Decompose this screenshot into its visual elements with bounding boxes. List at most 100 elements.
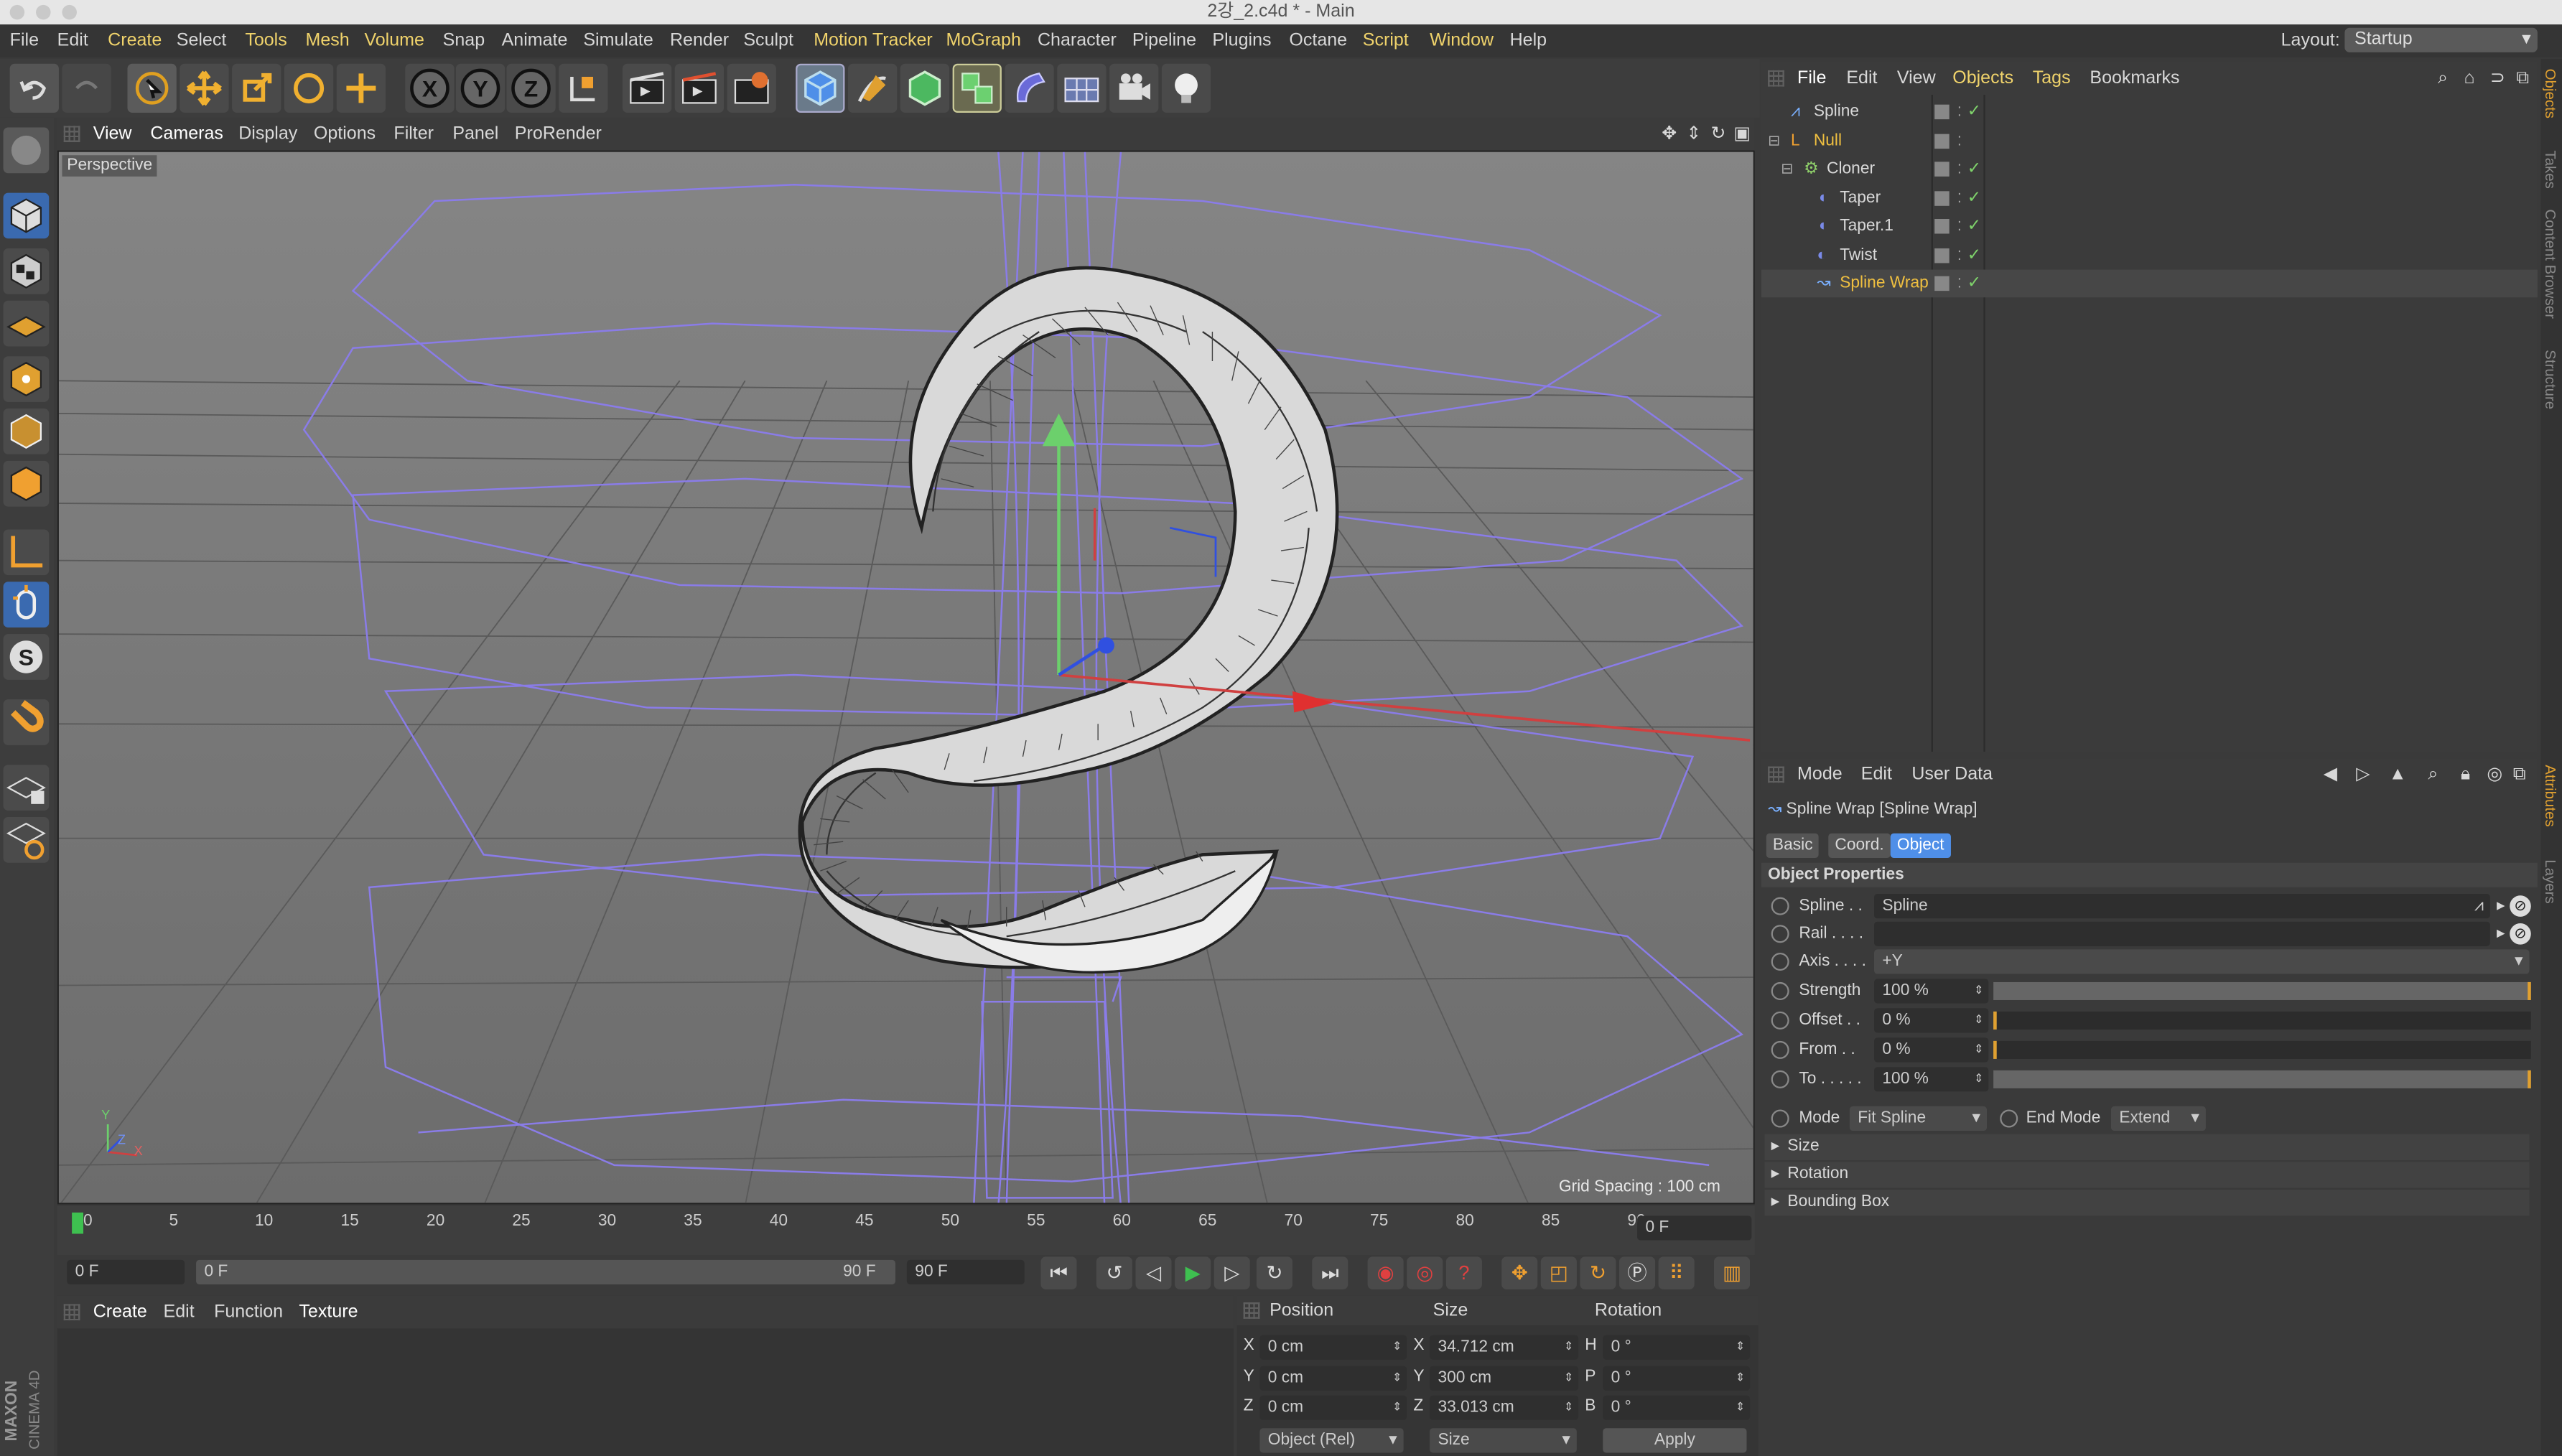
polygons-mode-button[interactable] xyxy=(3,460,50,507)
render-view-button[interactable] xyxy=(622,63,672,113)
keyframe-selection-button[interactable]: ? xyxy=(1445,1256,1482,1289)
enabled-check-icon[interactable]: ✓ xyxy=(1967,270,1981,298)
layer-color-icon[interactable] xyxy=(1934,162,1950,177)
search-icon[interactable]: ⌕ xyxy=(2438,62,2448,95)
rail-link-field[interactable] xyxy=(1874,921,2490,946)
viewport-menu-prorender[interactable]: ProRender xyxy=(515,118,602,151)
object-row[interactable]: ↝ Spline Wrap ⁚ ✓ xyxy=(1761,269,2538,298)
size-mode-dropdown[interactable]: Size ▾ xyxy=(1430,1428,1577,1453)
object-row[interactable]: ◐ Twist ⁚ ✓ xyxy=(1761,241,2538,269)
size-field[interactable]: 34.712 cm ⇕ xyxy=(1430,1335,1579,1360)
layout-dropdown[interactable]: Startup ▾ xyxy=(2344,27,2538,52)
menu-motion-tracker[interactable]: Motion Tracker xyxy=(814,24,933,57)
record-point-level-button[interactable]: ⠿ xyxy=(1658,1256,1695,1289)
render-settings-button[interactable] xyxy=(727,63,776,113)
viewport-menu-display[interactable]: Display xyxy=(238,118,297,151)
coordinate-mode-dropdown[interactable]: Object (Rel) ▾ xyxy=(1259,1428,1404,1453)
forward-arrow-icon[interactable]: ▷ xyxy=(2356,758,2370,791)
size-field[interactable]: 300 cm ⇕ xyxy=(1430,1365,1579,1390)
home-icon[interactable]: ⌂ xyxy=(2464,62,2474,95)
rotation-section[interactable]: Rotation xyxy=(1764,1162,2530,1188)
visibility-dots-icon[interactable]: ⁚ xyxy=(1957,126,1962,154)
menu-create[interactable]: Create xyxy=(108,24,162,57)
animate-radio[interactable] xyxy=(1771,1040,1789,1059)
menu-script[interactable]: Script xyxy=(1363,24,1409,57)
start-frame-field[interactable]: 0 F xyxy=(67,1259,185,1285)
layer-color-icon[interactable] xyxy=(1934,218,1950,234)
z-axis-lock-button[interactable]: Z xyxy=(506,63,556,113)
array-generator-button[interactable] xyxy=(952,63,1002,113)
enabled-check-icon[interactable]: ✓ xyxy=(1967,213,1981,241)
visibility-dots-icon[interactable]: ⁚ xyxy=(1957,155,1962,183)
light-object-button[interactable] xyxy=(1161,63,1211,113)
strength-slider[interactable] xyxy=(1993,981,2531,1000)
visibility-dots-icon[interactable]: ⁚ xyxy=(1957,270,1962,298)
menu-edit[interactable]: Edit xyxy=(57,24,88,57)
viewport-menu-filter[interactable]: Filter xyxy=(393,118,434,151)
axis-mode-button[interactable] xyxy=(3,529,50,576)
end-frame-field[interactable]: 90 F xyxy=(906,1259,1025,1285)
minimize-window-button[interactable] xyxy=(36,4,51,20)
menu-octane[interactable]: Octane xyxy=(1289,24,1347,57)
animate-radio[interactable] xyxy=(1771,981,1789,1000)
visibility-dots-icon[interactable]: ⁚ xyxy=(1957,213,1962,241)
layer-color-icon[interactable] xyxy=(1934,133,1950,148)
object-row[interactable]: ⊟ ⚙ Cloner ⁚ ✓ xyxy=(1761,155,2538,183)
record-scale-button[interactable]: ◰ xyxy=(1540,1256,1577,1289)
material-menu-texture[interactable]: Texture xyxy=(299,1296,358,1329)
menu-select[interactable]: Select xyxy=(177,24,227,57)
menu-volume[interactable]: Volume xyxy=(364,24,424,57)
timeline-window-button[interactable]: ▥ xyxy=(1714,1256,1751,1289)
layer-color-icon[interactable] xyxy=(1934,190,1950,205)
material-menu-function[interactable]: Function xyxy=(214,1296,283,1329)
side-tab-layers[interactable]: Layers xyxy=(2543,859,2559,903)
enabled-check-icon[interactable]: ✓ xyxy=(1967,155,1981,183)
offset-field[interactable]: 0 % ⇕ xyxy=(1874,1008,1989,1033)
viewport-rotate-icon[interactable]: ↻ xyxy=(1710,118,1725,151)
perspective-viewport[interactable]: Perspective Y Z X Grid Spacing : 100 cm xyxy=(57,150,1755,1205)
side-tab-content-browser[interactable]: Content Browser xyxy=(2543,209,2559,319)
render-picture-viewer-button[interactable] xyxy=(674,63,725,113)
to-slider[interactable] xyxy=(1993,1070,2531,1088)
menu-snap[interactable]: Snap xyxy=(443,24,485,57)
side-tab-takes[interactable]: Takes xyxy=(2543,150,2559,189)
bend-deformer-button[interactable] xyxy=(1005,63,1054,113)
previous-key-button[interactable]: ↺ xyxy=(1096,1256,1132,1289)
pen-spline-button[interactable] xyxy=(847,63,898,113)
pick-object-icon[interactable]: ⊘ xyxy=(2510,895,2531,917)
side-tab-structure[interactable]: Structure xyxy=(2543,350,2559,409)
panel-grip-icon[interactable] xyxy=(63,1304,80,1321)
animate-radio[interactable] xyxy=(1771,925,1789,943)
mode-dropdown[interactable]: Fit Spline ▾ xyxy=(1849,1106,1988,1131)
viewport-menu-panel[interactable]: Panel xyxy=(452,118,498,151)
texture-mode-button[interactable] xyxy=(3,248,50,294)
visibility-dots-icon[interactable]: ⁚ xyxy=(1957,98,1962,126)
viewport-menu-view[interactable]: View xyxy=(93,118,132,151)
pick-object-icon[interactable]: ⊘ xyxy=(2510,923,2531,945)
objects-menu-objects[interactable]: Objects xyxy=(1952,62,2013,95)
viewport-move-icon[interactable]: ✥ xyxy=(1662,118,1677,151)
attr-menu-user-data[interactable]: User Data xyxy=(1911,758,1993,791)
playhead-marker[interactable] xyxy=(72,1212,84,1234)
rotation-field[interactable]: 0 ° ⇕ xyxy=(1603,1335,1751,1360)
autokey-button[interactable]: ◎ xyxy=(1407,1256,1443,1289)
size-field[interactable]: 33.013 cm ⇕ xyxy=(1430,1395,1579,1420)
cube-object-button[interactable] xyxy=(796,63,845,113)
record-rotation-button[interactable]: ↻ xyxy=(1580,1256,1616,1289)
collapse-icon[interactable]: ⊃ xyxy=(2490,62,2505,95)
tab-coord[interactable]: Coord. xyxy=(1828,833,1891,858)
workplane-lock-button[interactable] xyxy=(3,765,50,811)
menu-mograph[interactable]: MoGraph xyxy=(946,24,1021,57)
offset-slider[interactable] xyxy=(1993,1011,2531,1030)
x-axis-lock-button[interactable]: X xyxy=(405,63,455,113)
zoom-window-button[interactable] xyxy=(62,4,77,20)
layer-color-icon[interactable] xyxy=(1934,104,1950,120)
goto-end-button[interactable]: ⏭ xyxy=(1312,1256,1348,1289)
tweak-mode-button[interactable] xyxy=(3,582,50,628)
preview-range-slider[interactable]: 0 F 90 F xyxy=(196,1259,895,1285)
animate-radio[interactable] xyxy=(1771,1109,1789,1128)
make-editable-button[interactable] xyxy=(3,127,50,174)
play-button[interactable]: ▶ xyxy=(1175,1256,1211,1289)
size-section[interactable]: Size xyxy=(1764,1134,2530,1161)
rotation-field[interactable]: 0 ° ⇕ xyxy=(1603,1395,1751,1420)
